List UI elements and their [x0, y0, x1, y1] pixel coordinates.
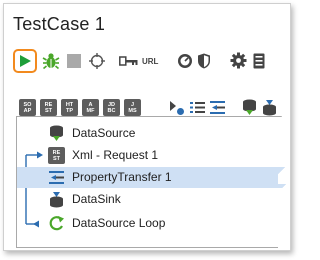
http-step-icon[interactable]: HT TP	[61, 99, 78, 116]
rest-step-icon[interactable]: RE ST	[40, 99, 57, 116]
url-button[interactable]: URL	[142, 56, 158, 66]
jdbc-step-icon[interactable]: JD BC	[103, 99, 120, 116]
document-icon[interactable]	[253, 52, 265, 69]
gauge-icon[interactable]	[176, 52, 193, 69]
gear-icon[interactable]	[230, 52, 247, 69]
datasink-icon	[48, 191, 65, 208]
datasource-icon[interactable]	[242, 99, 257, 116]
page-title: TestCase 1	[13, 14, 106, 34]
transfer-icon	[48, 169, 65, 186]
tree-item-label: DataSource Loop	[72, 216, 166, 230]
tree-item-xml-request[interactable]: RE ST Xml - Request 1	[17, 145, 287, 166]
property-list-icon[interactable]	[189, 99, 206, 116]
transfer-icon[interactable]	[209, 99, 226, 116]
datasink-icon[interactable]	[262, 99, 277, 116]
loop-icon	[48, 215, 65, 232]
tree-item-label: Xml - Request 1	[72, 148, 159, 162]
torn-edge	[278, 4, 290, 250]
tree-item-datasink[interactable]: DataSink	[17, 189, 287, 210]
tree-item-property-transfer[interactable]: PropertyTransfer 1	[17, 167, 287, 188]
play-icon	[20, 55, 31, 67]
tree-item-label: DataSource	[72, 126, 136, 140]
stop-button[interactable]	[67, 54, 81, 68]
jms-step-icon[interactable]: J MS	[124, 99, 141, 116]
bug-icon[interactable]	[41, 51, 61, 71]
teststep-tree: DataSource RE ST Xml - Request 1 Property…	[16, 116, 287, 248]
tree-item-datasource-loop[interactable]: DataSource Loop	[17, 213, 287, 234]
datasource-icon	[48, 125, 65, 142]
soap-step-icon[interactable]: SO AP	[19, 99, 36, 116]
tree-item-datasource[interactable]: DataSource	[17, 123, 287, 144]
run-button[interactable]	[13, 49, 37, 73]
amf-step-icon[interactable]: A MF	[82, 99, 99, 116]
goto-step-icon[interactable]	[168, 99, 185, 116]
step-toolbar: SO AP RE ST HT TP A MF JD BC J MS	[19, 99, 141, 116]
tree-item-label: PropertyTransfer 1	[72, 170, 172, 184]
testcase-panel: TestCase 1 URL SO AP RE ST HT TP A MF JD…	[3, 3, 291, 251]
rest-request-icon: RE ST	[48, 147, 65, 164]
target-icon[interactable]	[88, 52, 105, 69]
tree-item-label: DataSink	[72, 192, 121, 206]
shield-icon[interactable]	[197, 52, 211, 69]
key-icon[interactable]	[119, 54, 139, 68]
